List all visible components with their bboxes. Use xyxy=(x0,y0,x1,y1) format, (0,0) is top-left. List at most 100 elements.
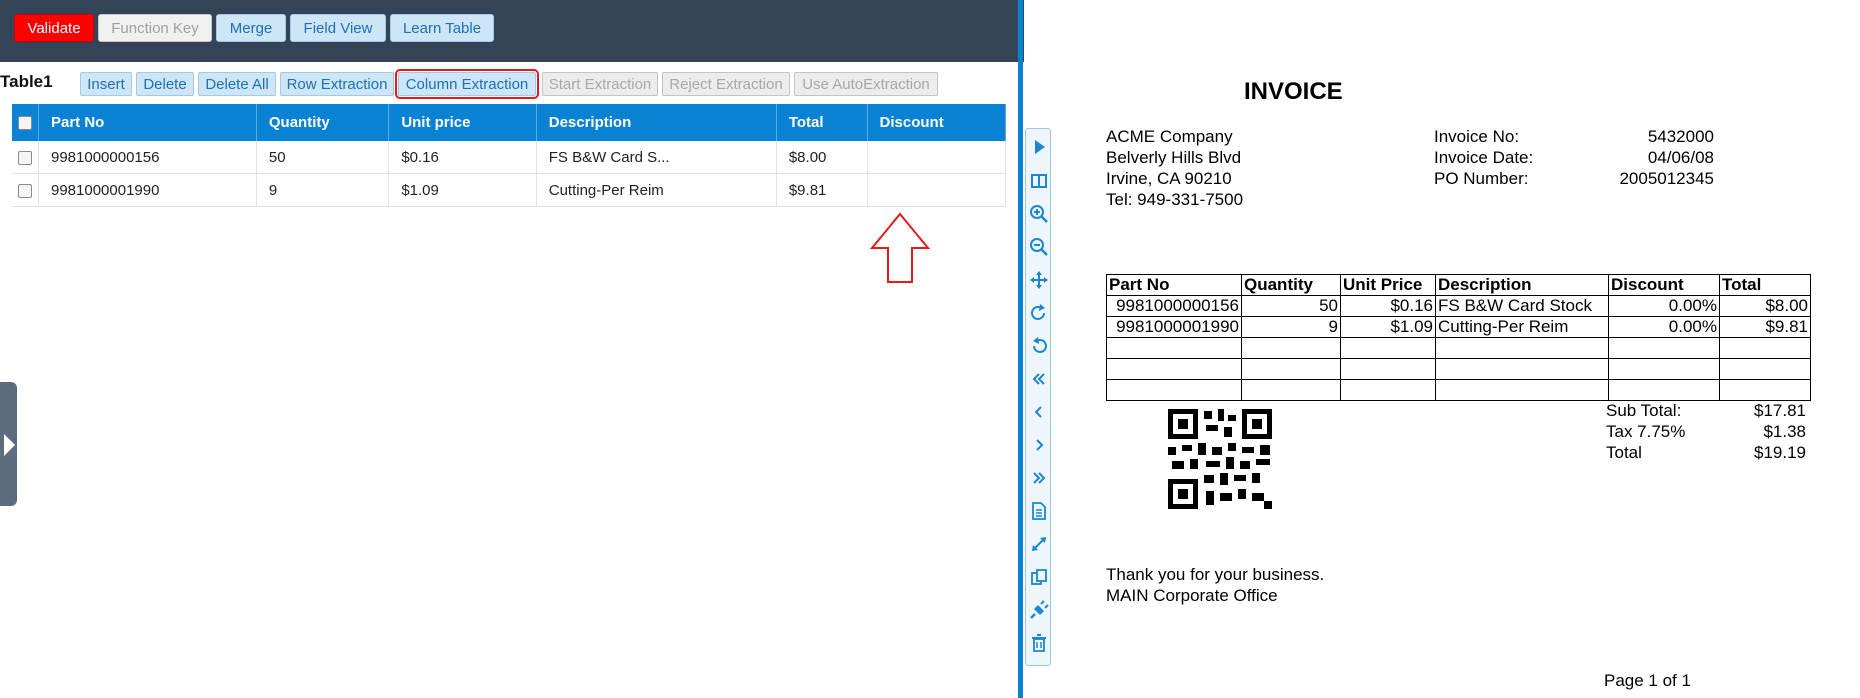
invoice-date-value: 04/06/08 xyxy=(1647,148,1714,167)
company-name: ACME Company xyxy=(1106,127,1233,146)
move-icon[interactable] xyxy=(1029,270,1049,290)
invoice-cell: 9981000000156 xyxy=(1106,295,1242,317)
cell-description[interactable]: Cutting-Per Reim xyxy=(536,173,777,207)
invoice-col-unit-price: Unit Price xyxy=(1340,274,1436,296)
first-page-icon[interactable] xyxy=(1029,369,1049,389)
invoice-cell: 0.00% xyxy=(1608,295,1720,317)
qr-code-icon xyxy=(1168,409,1272,509)
invoice-cell: 9981000001990 xyxy=(1106,316,1242,338)
invoice-col-quantity: Quantity xyxy=(1241,274,1341,296)
merge-button[interactable]: Merge xyxy=(216,14,286,42)
delete-all-button[interactable]: Delete All xyxy=(198,72,276,96)
cell-discount[interactable] xyxy=(867,141,1007,174)
validate-button[interactable]: Validate xyxy=(14,14,94,42)
zoom-in-icon[interactable] xyxy=(1029,204,1049,224)
cell-unit-price[interactable]: $0.16 xyxy=(388,141,537,174)
select-all-cell xyxy=(12,104,39,141)
cell-quantity[interactable]: 9 xyxy=(256,173,390,207)
table-header-row: Part No Quantity Unit price Description … xyxy=(12,104,1007,141)
column-header-quantity[interactable]: Quantity xyxy=(256,104,390,141)
column-header-unit-price[interactable]: Unit price xyxy=(388,104,537,141)
fit-icon[interactable] xyxy=(1029,534,1049,554)
column-header-discount[interactable]: Discount xyxy=(867,104,1007,141)
cell-part-no[interactable]: 9981000000156 xyxy=(38,141,257,174)
invoice-no-value: 5432000 xyxy=(1647,127,1714,146)
insert-button[interactable]: Insert xyxy=(80,72,132,96)
invoice-cell: $1.09 xyxy=(1340,316,1436,338)
use-autoextraction-button[interactable]: Use AutoExtraction xyxy=(794,72,938,96)
line-items-table: Part No Quantity Unit price Description … xyxy=(12,104,1007,207)
invoice-cell: 0.00% xyxy=(1608,316,1720,338)
po-number-value: 2005012345 xyxy=(1619,169,1714,188)
tax-value: $1.38 xyxy=(1763,422,1806,441)
panel-divider[interactable] xyxy=(1018,0,1023,698)
trash-icon[interactable] xyxy=(1029,633,1049,653)
company-city: Irvine, CA 90210 xyxy=(1106,169,1232,188)
row-select-cell xyxy=(12,141,39,174)
last-page-icon[interactable] xyxy=(1029,468,1049,488)
row-extraction-button[interactable]: Row Extraction xyxy=(280,72,394,96)
document-icon[interactable] xyxy=(1029,501,1049,521)
table-name-label: Table1 xyxy=(0,72,53,91)
column-extraction-button[interactable]: Column Extraction xyxy=(395,69,539,99)
invoice-col-total: Total xyxy=(1719,274,1811,296)
start-extraction-button[interactable]: Start Extraction xyxy=(542,72,658,96)
copy-icon[interactable] xyxy=(1029,567,1049,587)
cell-unit-price[interactable]: $1.09 xyxy=(388,173,537,207)
invoice-line-items: Part No Quantity Unit Price Description … xyxy=(1106,274,1811,401)
next-page-icon[interactable] xyxy=(1029,435,1049,455)
invoice-cell: $9.81 xyxy=(1719,316,1811,338)
invoice-cell: 50 xyxy=(1241,295,1341,317)
invoice-date-label: Invoice Date: xyxy=(1434,148,1534,167)
invoice-cell: $0.16 xyxy=(1340,295,1436,317)
invoice-no-label: Invoice No: xyxy=(1434,127,1520,146)
invoice-cell: FS B&W Card Stock xyxy=(1435,295,1609,317)
column-header-description[interactable]: Description xyxy=(536,104,777,141)
invoice-empty-row xyxy=(1106,358,1811,380)
rotate-cw-icon[interactable] xyxy=(1029,303,1049,323)
table-row[interactable]: 9981000000156 50 $0.16 FS B&W Card S... … xyxy=(12,141,1007,174)
cell-part-no[interactable]: 9981000001990 xyxy=(38,173,257,207)
select-all-checkbox[interactable] xyxy=(18,116,32,131)
invoice-col-description: Description xyxy=(1435,274,1609,296)
total-label: Total xyxy=(1606,443,1642,462)
subtotal-label: Sub Total: xyxy=(1606,401,1682,420)
office-text: MAIN Corporate Office xyxy=(1106,586,1278,605)
row-checkbox[interactable] xyxy=(18,150,32,165)
delete-button[interactable]: Delete xyxy=(136,72,194,96)
cell-total[interactable]: $9.81 xyxy=(776,173,868,207)
zoom-out-icon[interactable] xyxy=(1029,237,1049,257)
cell-quantity[interactable]: 50 xyxy=(256,141,390,174)
table-row[interactable]: 9981000001990 9 $1.09 Cutting-Per Reim $… xyxy=(12,173,1007,207)
plugin-icon[interactable] xyxy=(1029,600,1049,620)
field-view-button[interactable]: Field View xyxy=(290,14,386,42)
learn-table-button[interactable]: Learn Table xyxy=(390,14,494,42)
cell-discount[interactable] xyxy=(867,173,1007,207)
invoice-col-discount: Discount xyxy=(1608,274,1720,296)
invoice-col-part-no: Part No xyxy=(1106,274,1242,296)
column-header-part-no[interactable]: Part No xyxy=(38,104,257,141)
thank-you-text: Thank you for your business. xyxy=(1106,565,1325,584)
invoice-cell: $8.00 xyxy=(1719,295,1811,317)
company-phone: Tel: 949-331-7500 xyxy=(1106,190,1244,209)
prev-page-icon[interactable] xyxy=(1029,402,1049,422)
expand-panel-handle[interactable] xyxy=(0,382,17,506)
row-checkbox[interactable] xyxy=(18,183,32,198)
up-arrow-annotation-icon xyxy=(870,212,930,283)
cell-total[interactable]: $8.00 xyxy=(776,141,868,174)
po-number-label: PO Number: xyxy=(1434,169,1529,188)
rotate-ccw-icon[interactable] xyxy=(1029,336,1049,356)
expand-arrow-icon xyxy=(4,434,15,456)
column-header-total[interactable]: Total xyxy=(776,104,868,141)
total-value: $19.19 xyxy=(1754,443,1806,462)
split-view-icon[interactable] xyxy=(1029,171,1049,191)
reject-extraction-button[interactable]: Reject Extraction xyxy=(662,72,790,96)
data-entry-panel: Validate Function Key Merge Field View L… xyxy=(0,0,1024,698)
function-key-button[interactable]: Function Key xyxy=(98,14,212,42)
subtotal-value: $17.81 xyxy=(1754,401,1806,420)
cell-description[interactable]: FS B&W Card S... xyxy=(536,141,777,174)
play-icon[interactable] xyxy=(1029,137,1049,157)
invoice-cell: Cutting-Per Reim xyxy=(1435,316,1609,338)
invoice-header-row: Part No Quantity Unit Price Description … xyxy=(1106,274,1811,296)
viewer-toolbar xyxy=(1025,128,1051,666)
